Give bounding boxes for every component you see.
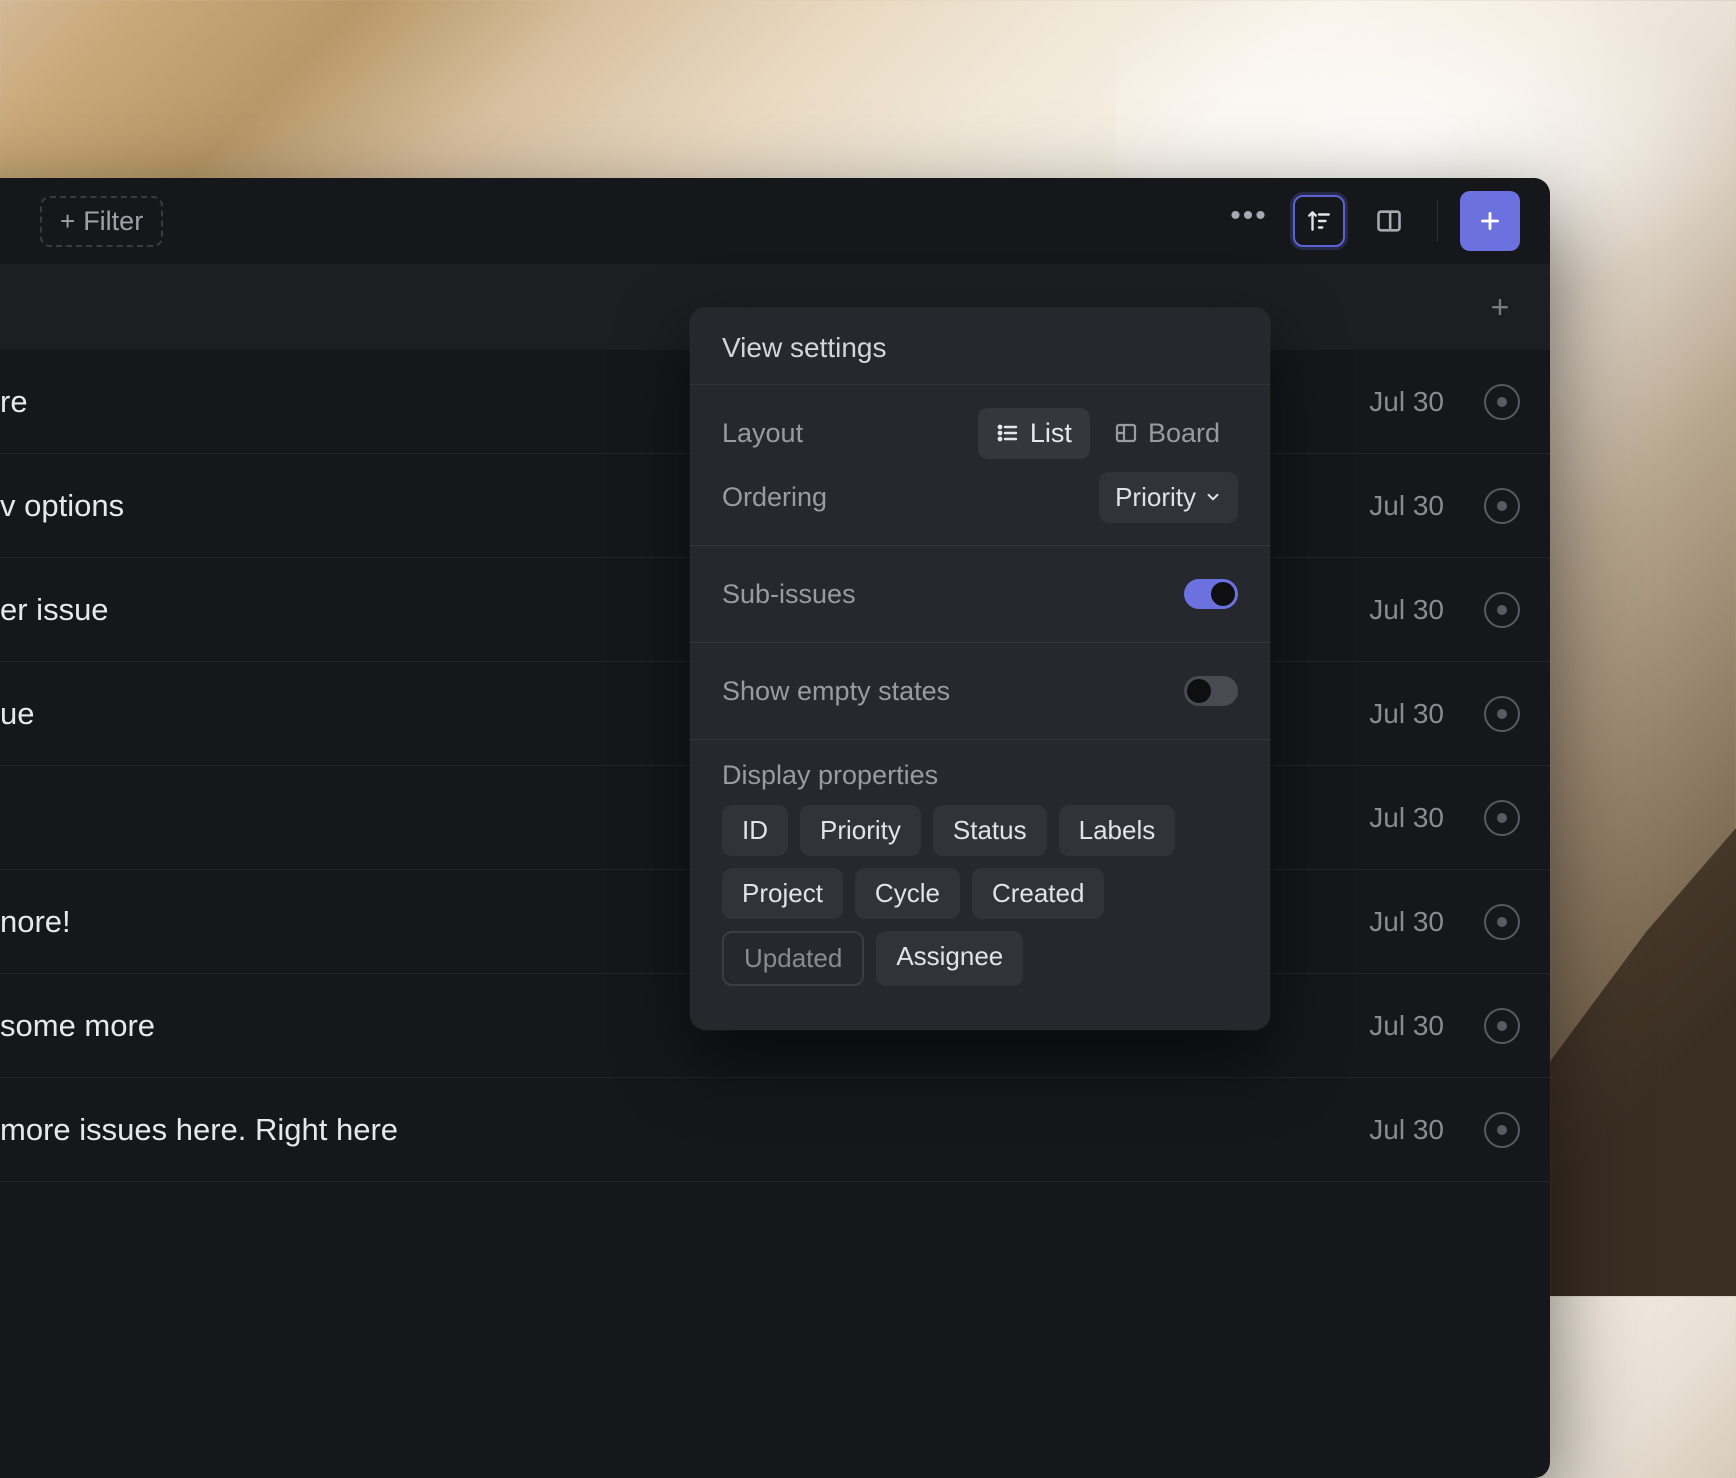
display-properties-chips: ID Priority Status Labels Project Cycle … — [722, 805, 1238, 986]
issue-date: Jul 30 — [1369, 490, 1444, 522]
issue-date: Jul 30 — [1369, 386, 1444, 418]
board-icon — [1114, 421, 1138, 445]
add-filter-button[interactable]: + Filter — [40, 196, 163, 247]
chip-created[interactable]: Created — [972, 868, 1105, 919]
assignee-avatar-placeholder[interactable] — [1484, 592, 1520, 628]
split-view-icon — [1375, 207, 1403, 235]
assignee-avatar-placeholder[interactable] — [1484, 488, 1520, 524]
issue-date: Jul 30 — [1369, 906, 1444, 938]
ordering-dropdown[interactable]: Priority — [1099, 472, 1238, 523]
assignee-avatar-placeholder[interactable] — [1484, 904, 1520, 940]
issue-date: Jul 30 — [1369, 698, 1444, 730]
filter-button-label: Filter — [83, 206, 143, 237]
view-settings-button[interactable] — [1293, 195, 1345, 247]
sub-issues-toggle[interactable] — [1184, 579, 1238, 609]
plus-icon: + — [60, 208, 75, 234]
chip-assignee[interactable]: Assignee — [876, 931, 1023, 986]
layout-option-list[interactable]: List — [978, 408, 1090, 459]
layout-list-label: List — [1030, 418, 1072, 449]
issue-date: Jul 30 — [1369, 594, 1444, 626]
layout-board-label: Board — [1148, 418, 1220, 449]
popover-title: View settings — [690, 308, 1270, 384]
chip-labels[interactable]: Labels — [1059, 805, 1176, 856]
layout-option-board[interactable]: Board — [1096, 408, 1238, 459]
assignee-avatar-placeholder[interactable] — [1484, 384, 1520, 420]
sort-icon — [1306, 208, 1332, 234]
assignee-avatar-placeholder[interactable] — [1484, 1008, 1520, 1044]
ordering-value: Priority — [1115, 482, 1196, 513]
layout-label: Layout — [722, 418, 803, 449]
chevron-down-icon — [1204, 488, 1222, 506]
chip-project[interactable]: Project — [722, 868, 843, 919]
chip-cycle[interactable]: Cycle — [855, 868, 960, 919]
new-issue-button[interactable] — [1460, 191, 1520, 251]
show-empty-states-toggle[interactable] — [1184, 676, 1238, 706]
issue-date: Jul 30 — [1369, 1010, 1444, 1042]
add-issue-in-group-button[interactable]: + — [1480, 289, 1520, 326]
toolbar: + Filter ••• — [0, 178, 1550, 264]
display-properties-label: Display properties — [722, 760, 938, 790]
assignee-avatar-placeholder[interactable] — [1484, 800, 1520, 836]
list-icon — [996, 421, 1020, 445]
more-options-button[interactable]: ••• — [1223, 195, 1275, 247]
app-window: + Filter ••• + re Jul 30 v opt — [0, 178, 1550, 1478]
show-empty-states-label: Show empty states — [722, 676, 950, 707]
layout-segmented-control: List Board — [978, 408, 1238, 459]
ordering-label: Ordering — [722, 482, 827, 513]
chip-status[interactable]: Status — [933, 805, 1047, 856]
issue-title: more issues here. Right here — [0, 1112, 1369, 1148]
chip-priority[interactable]: Priority — [800, 805, 921, 856]
issue-row[interactable]: more issues here. Right here Jul 30 — [0, 1078, 1550, 1182]
view-settings-popover: View settings Layout List Board Ordering — [690, 308, 1270, 1030]
chip-id[interactable]: ID — [722, 805, 788, 856]
toolbar-divider — [1437, 200, 1438, 242]
issue-date: Jul 30 — [1369, 1114, 1444, 1146]
plus-icon — [1477, 208, 1503, 234]
assignee-avatar-placeholder[interactable] — [1484, 1112, 1520, 1148]
split-view-button[interactable] — [1363, 195, 1415, 247]
assignee-avatar-placeholder[interactable] — [1484, 696, 1520, 732]
sub-issues-label: Sub-issues — [722, 579, 856, 610]
chip-updated[interactable]: Updated — [722, 931, 864, 986]
issue-date: Jul 30 — [1369, 802, 1444, 834]
